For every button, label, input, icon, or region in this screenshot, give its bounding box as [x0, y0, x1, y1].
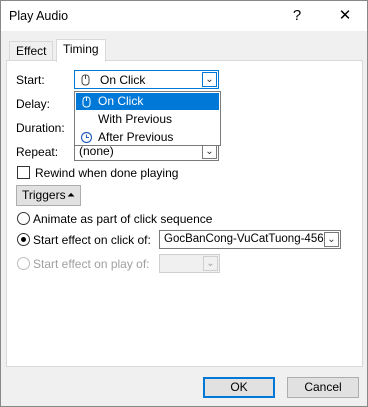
tab-effect[interactable]: Effect	[9, 41, 54, 61]
repeat-value: (none)	[79, 144, 114, 158]
triggers-label: Triggers	[22, 188, 66, 202]
clock-icon	[80, 131, 93, 144]
start-option-label: After Previous	[98, 130, 174, 144]
dialog-title: Play Audio	[9, 9, 69, 23]
start-option-on-click[interactable]: On Click	[76, 93, 219, 110]
animate-sequence-label: Animate as part of click sequence	[33, 212, 213, 226]
start-dropdown-list: On Click With Previous After Previous	[74, 91, 221, 146]
mouse-click-icon	[79, 73, 92, 86]
start-label: Start:	[16, 73, 45, 87]
start-on-click-of-radio[interactable]	[17, 233, 30, 246]
start-option-label: With Previous	[98, 112, 173, 126]
start-option-after-previous[interactable]: After Previous	[76, 129, 219, 146]
play-audio-dialog: Play Audio ? ✕ Effect Timing Start: On C…	[0, 0, 368, 407]
repeat-label: Repeat:	[16, 145, 59, 159]
trigger-shape-combo[interactable]: GocBanCong-VuCatTuong-456 ⌄	[159, 230, 341, 249]
triggers-button[interactable]: Triggers ⏶	[16, 185, 81, 206]
rewind-checkbox[interactable]	[17, 166, 30, 179]
start-combo[interactable]: On Click ⌄	[74, 70, 219, 89]
tab-timing[interactable]: Timing	[56, 39, 106, 62]
start-on-play-of-radio[interactable]	[17, 257, 30, 270]
cancel-button[interactable]: Cancel	[287, 377, 359, 398]
double-chevron-up-icon: ⏶	[67, 190, 75, 201]
delay-label: Delay:	[16, 97, 51, 111]
duration-label: Duration:	[16, 121, 65, 135]
start-on-play-of-label: Start effect on play of:	[33, 257, 150, 271]
chevron-down-icon[interactable]: ⌄	[202, 72, 217, 87]
close-button[interactable]: ✕	[331, 5, 359, 27]
chevron-down-icon[interactable]: ⌄	[203, 256, 218, 271]
mouse-click-icon	[80, 95, 93, 108]
chevron-down-icon[interactable]: ⌄	[324, 232, 339, 247]
title-bar: Play Audio ? ✕	[1, 1, 367, 31]
ok-button[interactable]: OK	[203, 377, 275, 398]
rewind-label: Rewind when done playing	[35, 166, 179, 180]
start-value: On Click	[100, 73, 146, 87]
start-option-label: On Click	[98, 94, 144, 108]
start-on-click-of-label: Start effect on click of:	[33, 233, 151, 247]
chevron-down-icon[interactable]: ⌄	[202, 144, 217, 159]
help-button[interactable]: ?	[283, 5, 311, 27]
start-option-with-previous[interactable]: With Previous	[76, 111, 219, 128]
bookmark-combo[interactable]: ⌄	[159, 254, 220, 273]
trigger-shape-value: GocBanCong-VuCatTuong-456	[164, 233, 324, 245]
animate-sequence-radio[interactable]	[17, 212, 30, 225]
